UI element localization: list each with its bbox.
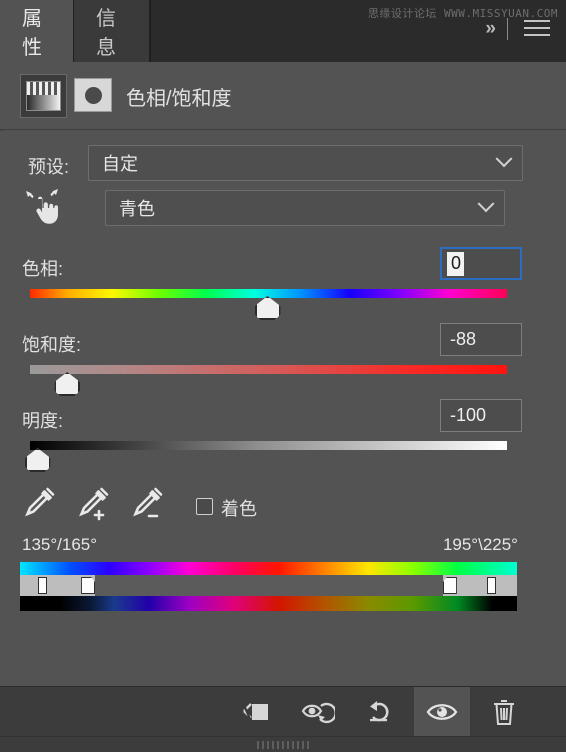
adjustment-header — [0, 62, 566, 130]
lightness-input[interactable]: -100 — [440, 399, 522, 432]
color-range-hue-strip — [20, 562, 517, 575]
visibility-button[interactable] — [414, 687, 470, 737]
eyedropper-icon[interactable] — [22, 486, 56, 522]
eyedropper-subtract-icon[interactable] — [130, 486, 164, 522]
panel-resize-grip[interactable] — [257, 741, 309, 749]
saturation-input[interactable]: -88 — [440, 323, 522, 356]
panel-menu-icon[interactable] — [524, 20, 550, 40]
preset-value: 自定 — [102, 154, 138, 174]
hue-slider-track[interactable] — [30, 289, 507, 298]
colorize-label: 着色 — [221, 499, 257, 519]
range-handle-end[interactable] — [442, 577, 457, 594]
tab-info[interactable]: 信息 — [74, 0, 150, 62]
clip-to-layer-icon — [241, 702, 268, 720]
reset-button[interactable] — [352, 687, 408, 737]
trash-icon — [494, 700, 514, 725]
preset-label: 预设: — [28, 157, 70, 177]
properties-panel: 属性 信息 思缘设计论坛 WWW.MISSYUAN.COM » 色相/饱和度 预… — [0, 0, 566, 752]
saturation-label: 饱和度: — [22, 335, 82, 355]
tab-bar-divider — [507, 18, 508, 40]
range-left-label: 135°/165° — [22, 535, 98, 554]
clip-to-layer-button[interactable] — [228, 687, 284, 737]
panel-toolbar — [0, 686, 566, 737]
channel-value: 青色 — [119, 199, 155, 219]
color-range-control-strip[interactable] — [20, 575, 517, 596]
panel-tab-bar: 属性 信息 思缘设计论坛 WWW.MISSYUAN.COM » — [0, 0, 566, 62]
delete-button[interactable] — [476, 687, 532, 737]
range-handle-falloff-left[interactable] — [38, 577, 48, 594]
collapse-panel-icon[interactable]: » — [485, 18, 495, 40]
hue-value: 0 — [447, 251, 465, 276]
hand-scrub-icon[interactable] — [22, 187, 64, 227]
panel-footer — [0, 736, 566, 752]
colorize-checkbox[interactable] — [196, 498, 213, 515]
eye-arrow-icon — [301, 702, 335, 724]
color-range-selector[interactable] — [20, 562, 517, 611]
range-handle-falloff-right[interactable] — [486, 577, 496, 594]
preset-select[interactable]: 自定 — [88, 145, 523, 181]
tab-info-label: 信息 — [96, 8, 116, 59]
saturation-value: -88 — [450, 329, 477, 349]
toggle-preview-button[interactable] — [290, 687, 346, 737]
hue-label: 色相: — [22, 259, 64, 279]
saturation-slider-thumb[interactable] — [54, 372, 81, 396]
lightness-slider-thumb[interactable] — [24, 448, 51, 472]
hue-slider-thumb[interactable] — [254, 296, 281, 320]
chevron-down-icon — [495, 150, 513, 168]
tab-properties-label: 属性 — [22, 8, 42, 59]
channel-select[interactable]: 青色 — [105, 190, 505, 226]
range-right-label: 195°\225° — [442, 535, 518, 554]
eye-icon — [426, 704, 458, 720]
color-range-result-strip — [20, 596, 517, 611]
eyedropper-add-icon[interactable] — [76, 486, 110, 522]
saturation-slider-track[interactable] — [30, 365, 507, 374]
lightness-label: 明度: — [22, 411, 64, 431]
lightness-slider-track[interactable] — [30, 441, 507, 450]
gradient-layer-thumbnail-icon[interactable] — [20, 74, 67, 118]
layer-mask-thumbnail-icon[interactable] — [74, 78, 112, 112]
tab-properties[interactable]: 属性 — [0, 0, 74, 62]
adjustment-title: 色相/饱和度 — [126, 88, 232, 110]
reset-arrow-icon — [370, 701, 389, 722]
chevron-down-icon — [477, 195, 495, 213]
range-handle-start[interactable] — [81, 577, 96, 594]
lightness-value: -100 — [450, 405, 487, 425]
watermark-text: 思缘设计论坛 WWW.MISSYUAN.COM — [367, 7, 558, 20]
hue-input[interactable]: 0 — [440, 247, 522, 280]
